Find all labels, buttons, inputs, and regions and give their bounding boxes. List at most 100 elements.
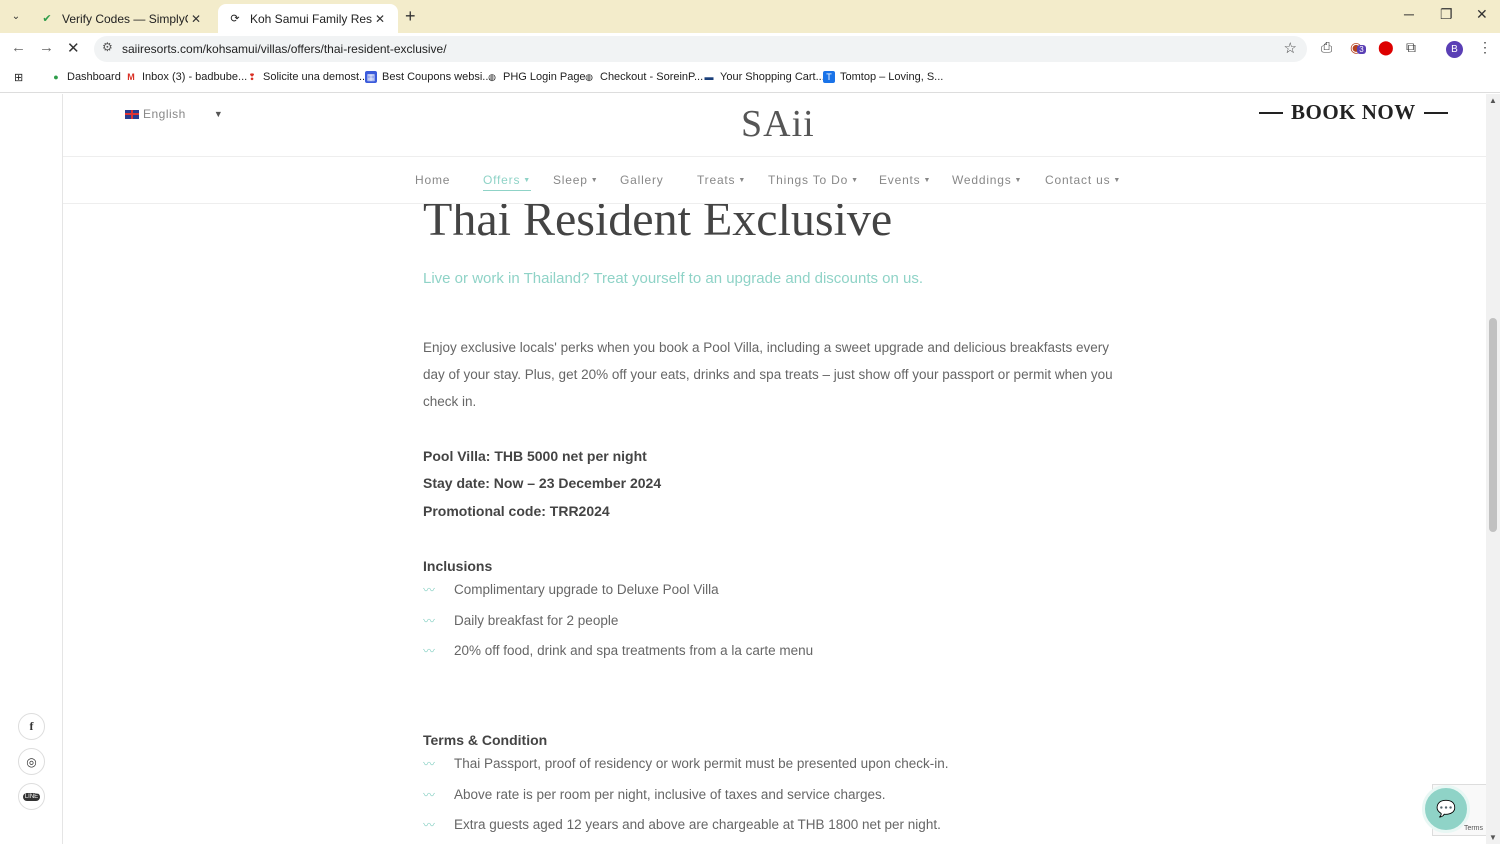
nav-gallery[interactable]: Gallery [620, 173, 664, 187]
page-viewport: Thai Resident Exclusive Live or work in … [0, 94, 1500, 844]
dropdown-caret-icon: ▼ [1014, 177, 1023, 185]
nav-weddings[interactable]: Weddings ▼ [952, 173, 1022, 187]
page-scrollbar[interactable]: ▲ ▼ [1486, 94, 1500, 844]
nav-treats[interactable]: Treats ▼ [697, 173, 746, 187]
scroll-down-icon[interactable]: ▼ [1489, 833, 1497, 842]
nav-offers[interactable]: Offers ▼ [483, 173, 531, 191]
offer-subtitle: Live or work in Thailand? Treat yourself… [423, 270, 924, 287]
bookmark-label: Checkout - SoreinP... [600, 71, 704, 83]
wave-bullet-icon: 〰 [423, 788, 436, 802]
list-item: 〰 Complimentary upgrade to Deluxe Pool Vi… [423, 581, 719, 598]
globe-icon: ◍ [585, 71, 593, 82]
address-bar-row: ← → ✕ ⚙ saiiresorts.com/kohsamui/villas/… [0, 33, 1500, 65]
url-text[interactable]: saiiresorts.com/kohsamui/villas/offers/t… [122, 42, 447, 56]
list-item: 〰 Daily breakfast for 2 people [423, 612, 618, 629]
browser-tab-strip: ⌄ ✔ Verify Codes — SimplyCodes ✕ ⟳ Koh S… [0, 0, 1500, 33]
chat-bubble-icon[interactable]: 💬 [1422, 785, 1470, 833]
bookmark-phg[interactable]: ◍ PHG Login Page [486, 71, 586, 83]
minimize-icon[interactable]: ─ [1404, 6, 1414, 22]
omnibox[interactable]: ⚙ saiiresorts.com/kohsamui/villas/offers… [94, 36, 1307, 62]
line-icon[interactable]: LINE [18, 783, 45, 810]
nav-home[interactable]: Home [415, 173, 450, 187]
close-tab-icon[interactable]: ✕ [188, 12, 204, 26]
bookmark-star-icon[interactable]: ☆ [1284, 39, 1297, 57]
nav-things-to-do[interactable]: Things To Do ▼ [768, 173, 859, 187]
list-item-text: Extra guests aged 12 years and above are… [454, 817, 941, 832]
new-tab-icon[interactable]: + [405, 6, 416, 27]
dropdown-caret-icon: ▼ [851, 177, 859, 185]
apps-grid-icon[interactable]: ⊞ [14, 71, 23, 84]
nav-label: Treats [697, 173, 736, 187]
close-window-icon[interactable]: ✕ [1476, 6, 1488, 23]
inclusions-heading: Inclusions [423, 558, 493, 574]
instagram-icon[interactable]: ◎ [18, 748, 45, 775]
left-rail-divider [62, 94, 63, 844]
bookmark-label: Your Shopping Cart... [720, 71, 825, 83]
decor-line [1259, 111, 1283, 114]
bookmark-best-coupons[interactable]: ▦ Best Coupons websi... [365, 71, 491, 83]
language-selector[interactable]: English ▼ [125, 107, 223, 121]
back-icon[interactable]: ← [11, 39, 26, 56]
gmail-icon: M [127, 72, 135, 82]
dropdown-caret-icon: ▼ [738, 177, 747, 185]
cart-icon: ▬ [704, 72, 714, 82]
nav-sleep[interactable]: Sleep ▼ [553, 173, 598, 187]
facebook-icon[interactable]: f [18, 713, 45, 740]
tab-title: Koh Samui Family Resort | Thai [250, 11, 372, 26]
extension-printer-icon[interactable]: ⎙ [1321, 39, 1332, 56]
offer-intro: Enjoy exclusive locals' perks when you b… [423, 340, 1113, 409]
detail-price: Pool Villa: THB 5000 net per night [423, 448, 647, 464]
list-item: 〰 Extra guests aged 12 years and above ar… [423, 816, 941, 833]
extension-coupon-icon[interactable]: ◉3 [1350, 39, 1366, 56]
book-now-button[interactable]: BOOK NOW [1251, 100, 1456, 125]
bookmark-label: Best Coupons websi... [382, 71, 492, 83]
bookmark-tomtop[interactable]: T Tomtop – Loving, S... [823, 71, 943, 83]
language-label: English [143, 107, 186, 121]
profile-avatar[interactable]: B [1446, 41, 1463, 58]
bookmark-gmail[interactable]: M Inbox (3) - badbube... [125, 71, 247, 83]
bookmark-label: Solicite una demost... [263, 71, 369, 83]
stop-loading-icon[interactable]: ✕ [67, 39, 80, 57]
wave-bullet-icon: 〰 [423, 644, 436, 658]
nav-label: Contact us [1045, 173, 1111, 187]
loading-icon: ⟳ [230, 13, 240, 25]
opera-icon[interactable]: ⬤ [1378, 39, 1394, 56]
close-tab-icon[interactable]: ✕ [372, 12, 388, 26]
menu-kebab-icon[interactable]: ⋮ [1478, 39, 1492, 56]
list-item: 〰 Thai Passport, proof of residency or wo… [423, 755, 948, 772]
dropdown-caret-icon: ▼ [590, 177, 599, 185]
nav-label: Events [879, 173, 921, 187]
bookmark-shopping-cart[interactable]: ▬ Your Shopping Cart... [703, 71, 825, 83]
restore-icon[interactable]: ❐ [1440, 6, 1453, 23]
extensions-puzzle-icon[interactable]: ⧉ [1406, 39, 1416, 56]
list-item-text: Thai Passport, proof of residency or wor… [454, 756, 949, 771]
terms-heading: Terms & Condition [423, 732, 548, 748]
bookmark-dashboard[interactable]: ● Dashboard [50, 71, 121, 83]
nav-events[interactable]: Events ▼ [879, 173, 931, 187]
bookmark-label: Inbox (3) - badbube... [142, 71, 248, 83]
list-item-text: Daily breakfast for 2 people [454, 613, 619, 628]
simplycodes-icon: ✔ [42, 13, 52, 25]
bookmark-checkout[interactable]: ◍ Checkout - SoreinP... [583, 71, 703, 83]
bookmark-label: PHG Login Page [503, 71, 586, 83]
tab-simplycodes[interactable]: ✔ Verify Codes — SimplyCodes ✕ [30, 4, 214, 33]
forward-icon[interactable]: → [39, 39, 54, 56]
extension-badge: 3 [1357, 45, 1366, 54]
scrollbar-thumb[interactable] [1489, 318, 1497, 532]
tab-saii-resort[interactable]: ⟳ Koh Samui Family Resort | Thai ✕ [218, 4, 398, 33]
site-info-icon[interactable]: ⚙ [102, 40, 113, 54]
list-item: 〰 20% off food, drink and spa treatments … [423, 642, 813, 659]
book-now-label: BOOK NOW [1291, 100, 1416, 124]
bookmark-label: Dashboard [67, 71, 121, 83]
recaptcha-terms[interactable]: Terms [1464, 825, 1483, 832]
tab-search-icon[interactable]: ⌄ [6, 7, 26, 25]
site-logo[interactable]: SAii [741, 102, 815, 146]
dashboard-icon: ● [53, 72, 59, 82]
bookmark-solicite[interactable]: ❢ Solicite una demost... [246, 71, 368, 83]
wave-bullet-icon: 〰 [423, 757, 436, 771]
nav-contact-us[interactable]: Contact us ▼ [1045, 173, 1121, 187]
decor-line [1423, 111, 1448, 114]
nav-label: Things To Do [768, 173, 849, 187]
scroll-up-icon[interactable]: ▲ [1489, 96, 1497, 105]
list-item: 〰 Above rate is per room per night, inclu… [423, 786, 885, 803]
